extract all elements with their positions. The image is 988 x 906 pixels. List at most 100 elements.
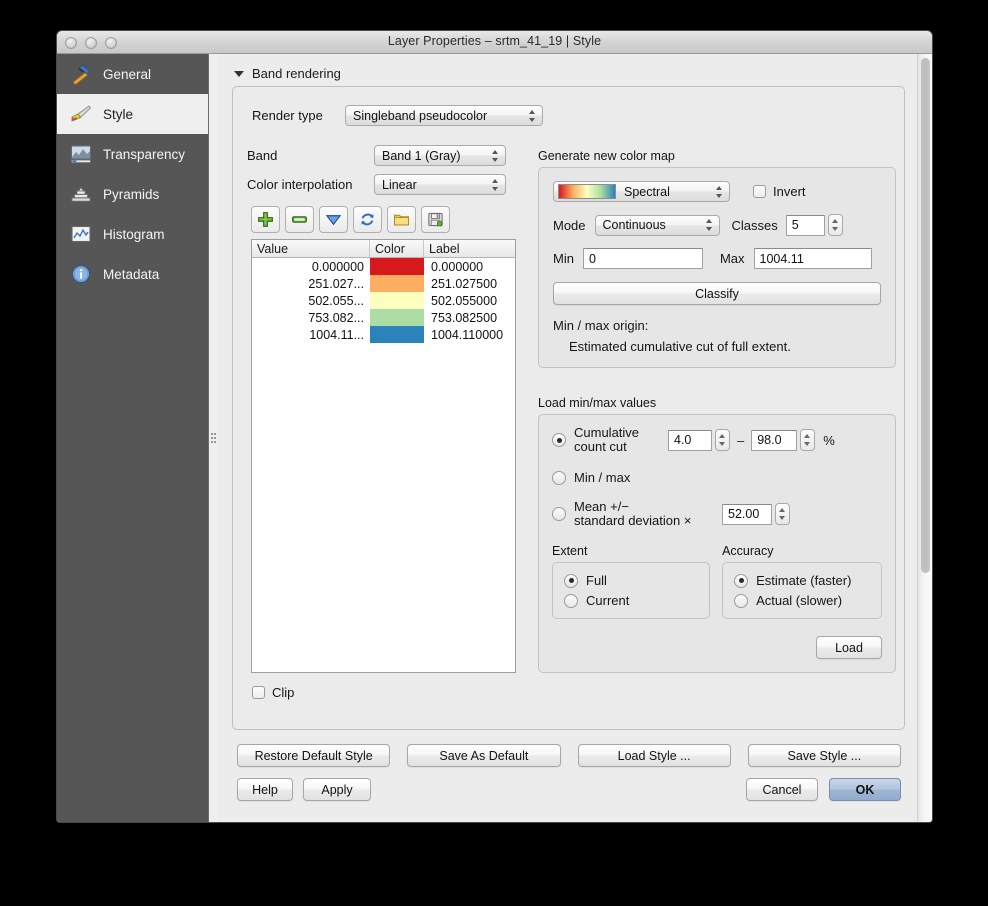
mean-stddev-spinner[interactable] xyxy=(775,503,790,525)
dialog-buttons-row: Help Apply Cancel OK xyxy=(237,778,901,801)
classify-button[interactable]: Classify xyxy=(553,282,881,305)
table-row[interactable]: 0.0000000.000000 xyxy=(252,258,515,275)
min-input[interactable]: 0 xyxy=(583,248,703,269)
load-style-button[interactable]: Load Style ... xyxy=(578,744,731,767)
invert-label: Invert xyxy=(773,184,806,199)
sidebar-item-style[interactable]: Style xyxy=(57,94,208,134)
cell-color-swatch[interactable] xyxy=(370,292,424,309)
color-ramp-select[interactable]: Spectral xyxy=(553,181,730,202)
max-label: Max xyxy=(720,251,745,266)
table-row[interactable]: 753.082...753.082500 xyxy=(252,309,515,326)
apply-button[interactable]: Apply xyxy=(303,778,371,801)
cumulative-count-cut-row[interactable]: Cumulative count cut 4.0 – 98.0 xyxy=(552,426,882,454)
add-entry-button[interactable] xyxy=(251,206,280,233)
save-style-button[interactable]: Save Style ... xyxy=(748,744,901,767)
vertical-scrollbar[interactable] xyxy=(917,54,932,822)
color-interpolation-select[interactable]: Linear xyxy=(374,174,506,195)
minmax-row: Min 0 Max 1004.11 xyxy=(553,248,881,269)
restore-default-style-button[interactable]: Restore Default Style xyxy=(237,744,390,767)
cumulative-count-cut-label: Cumulative count cut xyxy=(574,426,660,454)
right-column: Generate new color map Spectral Invert xyxy=(538,149,896,673)
color-interpolation-label: Color interpolation xyxy=(247,177,374,192)
ok-button[interactable]: OK xyxy=(829,778,901,801)
column-header-color[interactable]: Color xyxy=(370,240,424,257)
cell-label: 1004.110000 xyxy=(424,326,515,343)
clip-checkbox[interactable] xyxy=(252,686,265,699)
cell-color-swatch[interactable] xyxy=(370,326,424,343)
load-colormap-button[interactable] xyxy=(387,206,416,233)
help-button[interactable]: Help xyxy=(237,778,293,801)
scrollbar-thumb[interactable] xyxy=(921,58,930,573)
cell-value: 1004.11... xyxy=(252,326,370,343)
render-type-select[interactable]: Singleband pseudocolor xyxy=(345,105,543,126)
column-header-value[interactable]: Value xyxy=(252,240,370,257)
table-row[interactable]: 251.027...251.027500 xyxy=(252,275,515,292)
extent-option-current[interactable]: Current xyxy=(564,593,698,608)
cumulative-low-input[interactable]: 4.0 xyxy=(668,430,712,451)
cumulative-high-input[interactable]: 98.0 xyxy=(751,430,797,451)
cell-label: 753.082500 xyxy=(424,309,515,326)
mean-stddev-input[interactable]: 52.00 xyxy=(722,504,772,525)
cell-color-swatch[interactable] xyxy=(370,258,424,275)
band-value: Band 1 (Gray) xyxy=(382,149,461,163)
extent-option-full[interactable]: Full xyxy=(564,573,698,588)
cell-color-swatch[interactable] xyxy=(370,275,424,292)
save-colormap-button[interactable] xyxy=(421,206,450,233)
accuracy-option-actual[interactable]: Actual (slower) xyxy=(734,593,870,608)
sidebar-item-label: Transparency xyxy=(103,147,185,162)
sidebar-item-metadata[interactable]: Metadata xyxy=(57,254,208,294)
table-row[interactable]: 502.055...502.055000 xyxy=(252,292,515,309)
window-body: General Style xyxy=(57,54,932,822)
band-rendering-title: Band rendering xyxy=(252,66,341,81)
column-header-label[interactable]: Label xyxy=(424,240,515,257)
mode-select[interactable]: Continuous xyxy=(595,215,720,236)
sidebar-item-general[interactable]: General xyxy=(57,54,208,94)
panel-splitter[interactable] xyxy=(209,54,218,822)
band-label: Band xyxy=(247,148,374,163)
band-select[interactable]: Band 1 (Gray) xyxy=(374,145,506,166)
band-rendering-header[interactable]: Band rendering xyxy=(234,66,905,81)
colormap-table[interactable]: Value Color Label 0.0000000.000000251.02… xyxy=(251,239,516,673)
color-interpolation-row: Color interpolation Linear xyxy=(247,174,533,195)
clip-label: Clip xyxy=(272,685,294,700)
save-as-default-button[interactable]: Save As Default xyxy=(407,744,560,767)
max-input[interactable]: 1004.11 xyxy=(754,248,872,269)
extent-full-label: Full xyxy=(586,573,607,588)
accuracy-estimate-label: Estimate (faster) xyxy=(756,573,851,588)
transparency-icon xyxy=(68,141,94,167)
accuracy-actual-radio[interactable] xyxy=(734,594,748,608)
accuracy-actual-label: Actual (slower) xyxy=(756,593,842,608)
invert-checkbox[interactable] xyxy=(753,185,766,198)
cumulative-low-spinner[interactable] xyxy=(715,429,730,451)
cumulative-high-spinner[interactable] xyxy=(800,429,815,451)
cell-color-swatch[interactable] xyxy=(370,309,424,326)
accuracy-option-estimate[interactable]: Estimate (faster) xyxy=(734,573,870,588)
min-label: Min xyxy=(553,251,574,266)
minmax-option-row[interactable]: Min / max xyxy=(552,470,882,485)
sidebar: General Style xyxy=(57,54,209,822)
cumulative-count-cut-radio[interactable] xyxy=(552,433,566,447)
load-button[interactable]: Load xyxy=(816,636,882,659)
remove-entry-button[interactable] xyxy=(285,206,314,233)
info-icon xyxy=(68,261,94,287)
extent-accuracy-row: Extent Full Current xyxy=(552,544,882,619)
min-max-radio[interactable] xyxy=(552,471,566,485)
reload-button[interactable] xyxy=(353,206,382,233)
classes-input[interactable]: 5 xyxy=(786,215,825,236)
table-row[interactable]: 1004.11... 1004.110000 xyxy=(252,326,515,343)
max-value: 1004.11 xyxy=(760,252,804,266)
sidebar-item-transparency[interactable]: Transparency xyxy=(57,134,208,174)
extent-current-radio[interactable] xyxy=(564,594,578,608)
extent-full-radio[interactable] xyxy=(564,574,578,588)
classes-label: Classes xyxy=(732,218,778,233)
classes-spinner[interactable] xyxy=(828,214,843,236)
mean-stddev-radio[interactable] xyxy=(552,507,566,521)
cancel-button[interactable]: Cancel xyxy=(746,778,818,801)
sidebar-item-histogram[interactable]: Histogram xyxy=(57,214,208,254)
clip-row[interactable]: Clip xyxy=(252,685,533,700)
sort-entries-button[interactable] xyxy=(319,206,348,233)
mean-stddev-row[interactable]: Mean +/− standard deviation × 52.00 xyxy=(552,500,882,528)
accuracy-estimate-radio[interactable] xyxy=(734,574,748,588)
collapse-triangle-icon[interactable] xyxy=(234,71,244,77)
sidebar-item-pyramids[interactable]: Pyramids xyxy=(57,174,208,214)
